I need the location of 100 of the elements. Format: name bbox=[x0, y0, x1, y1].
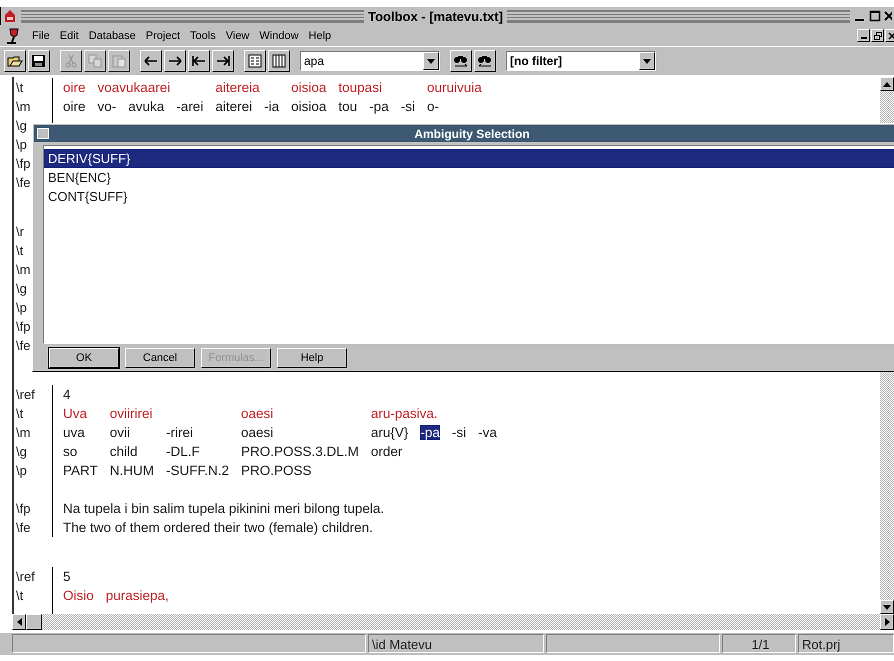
morpheme[interactable]: -pa bbox=[369, 99, 389, 114]
menu-item[interactable]: File bbox=[32, 30, 50, 42]
clipboard-icon bbox=[111, 54, 127, 68]
restore-icon bbox=[874, 32, 882, 40]
morpheme[interactable]: ovii bbox=[110, 425, 130, 440]
field-marker: \t bbox=[16, 588, 24, 603]
dialog-button[interactable]: Help bbox=[277, 348, 347, 368]
morpheme[interactable]: -si bbox=[400, 99, 415, 114]
part-of-speech: PRO.POSS bbox=[241, 463, 312, 478]
part-of-speech: PART bbox=[63, 463, 98, 478]
columns-button[interactable] bbox=[268, 50, 290, 72]
close-icon[interactable] bbox=[884, 10, 892, 22]
arrow-to-right-bar-icon bbox=[215, 54, 231, 68]
option-item[interactable]: CONT{SUFF} bbox=[44, 187, 894, 206]
dialog-button[interactable]: Cancel bbox=[125, 348, 195, 368]
binoculars-next-button[interactable] bbox=[450, 50, 472, 72]
browse-button[interactable] bbox=[244, 50, 266, 72]
horizontal-scrollbar[interactable] bbox=[12, 614, 894, 630]
copy-icon bbox=[87, 54, 103, 68]
document-restore-button[interactable] bbox=[871, 29, 884, 42]
dialog-button[interactable]: OK bbox=[49, 348, 119, 368]
left-arrow-icon bbox=[143, 54, 159, 68]
next-button[interactable] bbox=[164, 50, 186, 72]
field-marker: \fe bbox=[16, 520, 30, 535]
morpheme[interactable]: -ia bbox=[264, 99, 280, 114]
field-marker: \fe bbox=[16, 175, 30, 190]
text-word: voavukaarei bbox=[98, 80, 170, 95]
field-marker: \r bbox=[16, 224, 24, 239]
morpheme[interactable]: tou bbox=[338, 99, 358, 114]
morpheme[interactable]: -va bbox=[478, 425, 497, 440]
menu-item[interactable]: Window bbox=[259, 30, 299, 42]
filter-combo[interactable]: [no filter] bbox=[506, 51, 656, 71]
columns-icon bbox=[271, 54, 287, 68]
right-arrow-icon bbox=[884, 618, 890, 626]
free-translation: The two of them ordered their two (female) children. bbox=[63, 520, 373, 535]
morpheme[interactable]: uva bbox=[63, 425, 85, 440]
morpheme[interactable]: oisioa bbox=[291, 99, 326, 114]
scroll-right-button[interactable] bbox=[880, 614, 894, 630]
option-item[interactable]: BEN{ENC} bbox=[44, 168, 894, 187]
field-marker: \t bbox=[16, 406, 24, 421]
gloss: -DL.F bbox=[166, 444, 200, 459]
morpheme[interactable]: aiterei bbox=[215, 99, 252, 114]
save-button[interactable] bbox=[28, 50, 50, 72]
morpheme[interactable]: avuka bbox=[128, 99, 164, 114]
field-marker: \g bbox=[16, 118, 27, 133]
status-project: Rot.prj bbox=[798, 634, 894, 653]
scroll-thumb[interactable] bbox=[26, 614, 42, 630]
morpheme[interactable]: vo- bbox=[98, 99, 116, 114]
menu-item[interactable]: Project bbox=[146, 30, 180, 42]
text-word: oaesi bbox=[241, 406, 274, 421]
field-marker: \p bbox=[16, 300, 27, 315]
text-word: Uva bbox=[63, 406, 88, 421]
morpheme[interactable]: -rirei bbox=[166, 425, 194, 440]
text-word: aitereia bbox=[215, 80, 260, 95]
morpheme[interactable]: o- bbox=[426, 99, 439, 114]
last-button[interactable] bbox=[212, 50, 234, 72]
field-marker: \ref bbox=[16, 387, 35, 402]
document-minimize-button[interactable] bbox=[857, 29, 870, 42]
prev-button[interactable] bbox=[140, 50, 162, 72]
text-word: Oisio bbox=[63, 588, 94, 603]
window-title: Toolbox - [matevu.txt] bbox=[368, 8, 503, 24]
scroll-down-button[interactable] bbox=[880, 600, 894, 614]
open-button[interactable] bbox=[4, 50, 26, 72]
morpheme[interactable]: -arei bbox=[176, 99, 204, 114]
morpheme[interactable]: -si bbox=[452, 425, 466, 440]
right-arrow-icon bbox=[167, 54, 183, 68]
menu-item[interactable]: View bbox=[226, 30, 250, 42]
record-number: 4 bbox=[63, 387, 71, 402]
field-marker: \p bbox=[16, 137, 27, 152]
field-marker: \p bbox=[16, 463, 27, 478]
close-icon bbox=[888, 32, 894, 40]
search-combo[interactable]: apa bbox=[300, 51, 440, 71]
morpheme[interactable]: oire bbox=[63, 99, 86, 114]
field-marker: \m bbox=[16, 425, 30, 440]
menu-item[interactable]: Database bbox=[88, 30, 136, 42]
caret-icon bbox=[643, 58, 651, 64]
scroll-up-button[interactable] bbox=[880, 77, 894, 91]
down-arrow-icon bbox=[883, 604, 891, 610]
maximize-icon[interactable] bbox=[869, 10, 881, 22]
gloss: order bbox=[370, 444, 402, 459]
caret-icon bbox=[427, 58, 435, 64]
dialog-title: Ambiguity Selection bbox=[413, 126, 531, 140]
first-button[interactable] bbox=[188, 50, 210, 72]
menu-item[interactable]: Edit bbox=[60, 30, 79, 42]
binoculars-icon bbox=[476, 54, 494, 68]
binoculars-prev-button[interactable] bbox=[474, 50, 496, 72]
record-number: 5 bbox=[63, 569, 71, 584]
menu-item[interactable]: Tools bbox=[190, 30, 216, 42]
menu-item[interactable]: Help bbox=[308, 30, 332, 42]
morpheme[interactable]: oaesi bbox=[241, 425, 274, 440]
free-translation: Na tupela i bin salim tupela pikinini meri bilong tupela. bbox=[63, 501, 384, 516]
morpheme[interactable]: aru{V} bbox=[370, 425, 408, 440]
morpheme[interactable]: -pa bbox=[420, 425, 440, 440]
text-word: oire bbox=[63, 80, 86, 95]
scroll-left-button[interactable] bbox=[12, 614, 26, 630]
option-item[interactable]: DERIV{SUFF} bbox=[44, 149, 894, 168]
gloss: child bbox=[110, 444, 138, 459]
scissors-icon bbox=[63, 54, 79, 68]
field-marker: \fe bbox=[16, 338, 30, 353]
folder-icon bbox=[7, 54, 23, 68]
